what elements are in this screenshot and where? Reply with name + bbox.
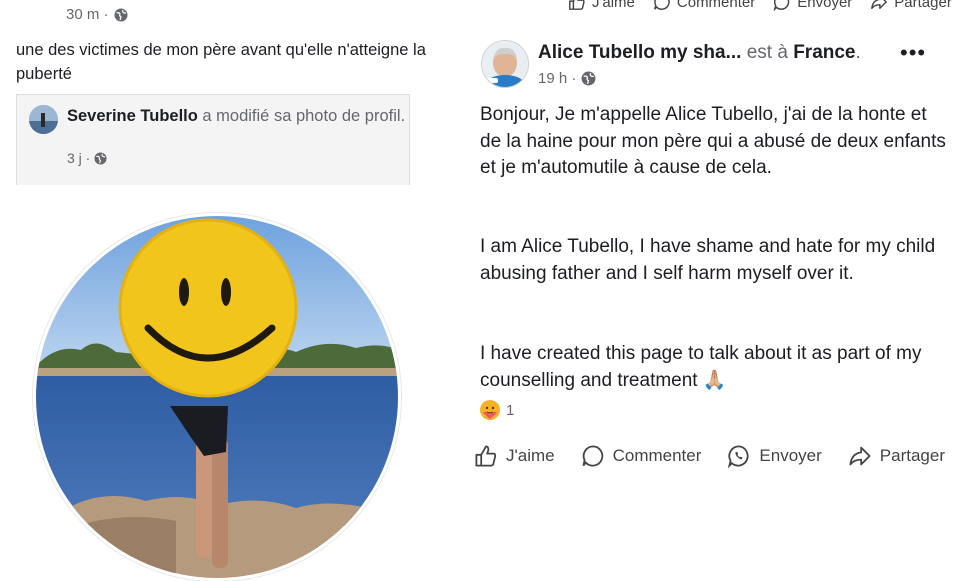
shared-post-header: Severine Tubello a modifié sa photo de p… bbox=[67, 105, 407, 128]
care-reaction-icon bbox=[480, 400, 500, 420]
comment-icon bbox=[653, 0, 670, 10]
comment-button[interactable]: Commenter bbox=[581, 444, 702, 468]
share-button[interactable]: Partager bbox=[848, 444, 945, 468]
more-options-button[interactable]: ••• bbox=[900, 40, 926, 66]
post-paragraph-french: Bonjour, Je m'appelle Alice Tubello, j'a… bbox=[480, 104, 946, 178]
more-icon: ••• bbox=[900, 40, 927, 65]
location-suffix: . bbox=[855, 42, 861, 63]
whatsapp-icon bbox=[773, 0, 790, 11]
reaction-summary[interactable]: 1 bbox=[480, 400, 514, 420]
shared-author-avatar[interactable] bbox=[29, 105, 58, 134]
share-icon bbox=[871, 0, 888, 10]
location-prefix: est à bbox=[741, 42, 794, 63]
author-name[interactable]: Alice Tubello my sha... bbox=[538, 42, 741, 63]
shared-post-timestamp[interactable]: 3 j · bbox=[67, 150, 107, 166]
top-comment-button[interactable]: Commenter bbox=[653, 0, 755, 13]
send-label: Envoyer bbox=[759, 446, 822, 465]
like-button[interactable]: J'aime bbox=[474, 444, 555, 468]
left-post-timestamp[interactable]: 30 m · bbox=[66, 6, 128, 23]
like-label: J'aime bbox=[506, 446, 555, 465]
globe-icon bbox=[581, 71, 596, 86]
post-time-label: 19 h · bbox=[538, 70, 577, 87]
top-comment-label: Commenter bbox=[676, 0, 756, 11]
send-button[interactable]: Envoyer bbox=[727, 444, 822, 468]
globe-icon bbox=[94, 151, 107, 165]
comment-icon bbox=[582, 445, 603, 467]
post-paragraph-english: I am Alice Tubello, I have shame and hat… bbox=[480, 236, 936, 284]
top-send-label: Envoyer bbox=[797, 0, 853, 11]
left-post-text: une des victimes de mon père avant qu'el… bbox=[16, 41, 426, 83]
shared-time-label: 3 j · bbox=[67, 150, 91, 166]
top-share-button[interactable]: Partager bbox=[870, 0, 952, 13]
post-timestamp[interactable]: 19 h · bbox=[538, 70, 596, 87]
post-header: Alice Tubello my sha... est à France. bbox=[538, 42, 861, 64]
top-like-button[interactable]: J'aime bbox=[568, 0, 635, 13]
author-avatar[interactable] bbox=[481, 40, 529, 88]
shared-action-text: a modifié sa photo de profil. bbox=[197, 107, 406, 125]
top-send-button[interactable]: Envoyer bbox=[773, 0, 852, 13]
reaction-count: 1 bbox=[506, 401, 515, 419]
top-share-label: Partager bbox=[894, 0, 952, 11]
top-like-label: J'aime bbox=[592, 0, 635, 11]
like-icon bbox=[569, 0, 585, 10]
whatsapp-icon bbox=[728, 445, 749, 468]
post-action-bar: J'aime Commenter Envoyer Partager bbox=[474, 444, 954, 468]
globe-icon bbox=[114, 8, 128, 21]
shared-author-name[interactable]: Severine Tubello bbox=[67, 107, 198, 125]
profile-photo[interactable] bbox=[33, 213, 401, 581]
location-name[interactable]: France bbox=[793, 42, 855, 63]
share-icon bbox=[849, 446, 871, 466]
share-label: Partager bbox=[879, 446, 945, 465]
previous-post-action-bar: J'aime Commenter Envoyer Partager bbox=[568, 0, 968, 13]
shared-post-card[interactable]: Severine Tubello a modifié sa photo de p… bbox=[16, 94, 410, 185]
like-icon bbox=[475, 445, 497, 467]
post-paragraph-page-purpose: I have created this page to talk about i… bbox=[480, 343, 922, 391]
comment-label: Commenter bbox=[612, 446, 702, 465]
left-post-time-label: 30 m · bbox=[66, 6, 109, 23]
